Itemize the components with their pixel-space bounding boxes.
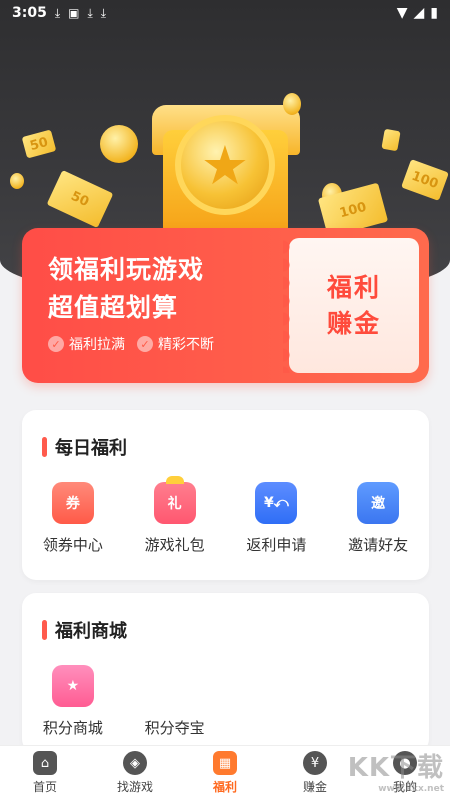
points-treasure-item[interactable]: 积 积分夺宝 <box>124 665 226 792</box>
item-label: 邀请好友 <box>348 536 409 554</box>
banner-tag-label: 福利拉满 <box>69 337 125 353</box>
welfare-mall-title: 福利商城 <box>55 621 127 642</box>
banner-headline: 领福利玩游戏 <box>48 255 205 284</box>
item-label: 游戏礼包 <box>144 536 205 554</box>
nav-home[interactable]: ⌂ 首页 <box>0 746 90 800</box>
title-accent-bar <box>42 437 47 457</box>
coin-icon <box>283 93 301 115</box>
nav-find-games[interactable]: ◈ 找游戏 <box>90 746 180 800</box>
star-coin-icon: ★ <box>175 115 275 215</box>
coupon-icon: 券 <box>51 482 94 524</box>
welfare-mall-grid: ★ 积分商城 积 积分夺宝 <box>22 665 429 792</box>
watermark-text: KK下载 <box>347 753 444 783</box>
wifi-icon: ▼ <box>396 5 408 21</box>
nav-label: 福利 <box>212 780 237 794</box>
item-label: 积分商城 <box>42 719 103 737</box>
nav-label: 首页 <box>32 780 57 794</box>
nav-welfare[interactable]: ▦ 福利 <box>180 746 270 800</box>
earn-gold-ticket[interactable]: 福利 赚金 <box>283 238 419 373</box>
banner-tag: ✓ 精彩不断 <box>137 334 214 354</box>
ticket-icon <box>381 128 401 152</box>
item-label: 返利申请 <box>246 536 307 554</box>
points-mall-item[interactable]: ★ 积分商城 <box>22 665 124 738</box>
ticket-icon: 50 <box>46 169 114 229</box>
coin-icon <box>100 125 138 163</box>
daily-welfare-title: 每日福利 <box>55 438 127 459</box>
gift-icon: 礼 <box>153 476 196 524</box>
status-bar: 3:05 ⤓ ▣ ⤓ ⤓ ▼ ◢ ▮ <box>0 0 450 26</box>
daily-welfare-grid: 券 领券中心 礼 游戏礼包 ¥⤺ 返利申请 邀 邀请好友 <box>22 476 429 555</box>
banner-tag: ✓ 福利拉满 <box>48 334 125 354</box>
coin-icon <box>10 173 24 189</box>
nav-earn-gold[interactable]: ¥ 赚金 <box>270 746 360 800</box>
battery-icon: ▮ <box>430 5 438 21</box>
gift-icon: ▦ <box>213 751 237 775</box>
welfare-banner[interactable]: 领福利玩游戏 超值超划算 ✓ 福利拉满 ✓ 精彩不断 福利 赚金 <box>22 228 429 383</box>
watermark-url: www.kkx.net <box>378 784 444 794</box>
section-title: 每日福利 <box>42 434 127 460</box>
ticket-stub-line2: 赚金 <box>326 308 381 338</box>
banner-tag-label: 精彩不断 <box>158 337 214 353</box>
download-icon: ⤓ <box>87 5 93 20</box>
nav-label: 找游戏 <box>116 780 153 794</box>
item-label: 领券中心 <box>42 536 103 554</box>
shop-bag-icon: ★ <box>51 665 94 707</box>
compass-icon: ◈ <box>123 751 147 775</box>
daily-welfare-card: 每日福利 券 领券中心 礼 游戏礼包 ¥⤺ 返利申请 邀 邀请好友 <box>22 410 429 580</box>
rebate-icon: ¥⤺ <box>255 482 298 524</box>
home-icon: ⌂ <box>33 751 57 775</box>
nav-label: 赚金 <box>302 780 327 794</box>
ticket-icon: 100 <box>401 159 449 201</box>
invite-friends-item[interactable]: 邀 邀请好友 <box>327 482 429 555</box>
game-gift-item[interactable]: 礼 游戏礼包 <box>124 476 226 555</box>
item-label: 积分夺宝 <box>144 719 205 737</box>
check-icon: ✓ <box>48 336 64 352</box>
a-icon: ▣ <box>68 6 80 20</box>
check-icon: ✓ <box>137 336 153 352</box>
treasure-illustration: ★ 50 50 100 100 <box>0 85 450 250</box>
welfare-mall-card: 福利商城 ★ 积分商城 积 积分夺宝 <box>22 593 429 792</box>
rebate-apply-item[interactable]: ¥⤺ 返利申请 <box>226 482 328 555</box>
title-accent-bar <box>42 620 47 640</box>
ticket-stub-line1: 福利 <box>326 272 381 302</box>
banner-tags: ✓ 福利拉满 ✓ 精彩不断 <box>48 334 214 354</box>
section-title: 福利商城 <box>42 617 127 643</box>
download-icon: ⤓ <box>100 5 107 20</box>
status-time: 3:05 <box>12 5 47 21</box>
ticket-icon: 50 <box>21 129 57 159</box>
banner-subheadline: 超值超划算 <box>48 293 179 322</box>
signal-icon: ◢ <box>413 5 425 21</box>
invite-icon: 邀 <box>357 482 400 524</box>
money-bag-icon: ¥ <box>303 751 327 775</box>
download-icon: ⤓ <box>54 5 61 20</box>
coupon-center-item[interactable]: 券 领券中心 <box>22 482 124 555</box>
watermark: KK下载 www.kkx.net <box>348 747 444 794</box>
